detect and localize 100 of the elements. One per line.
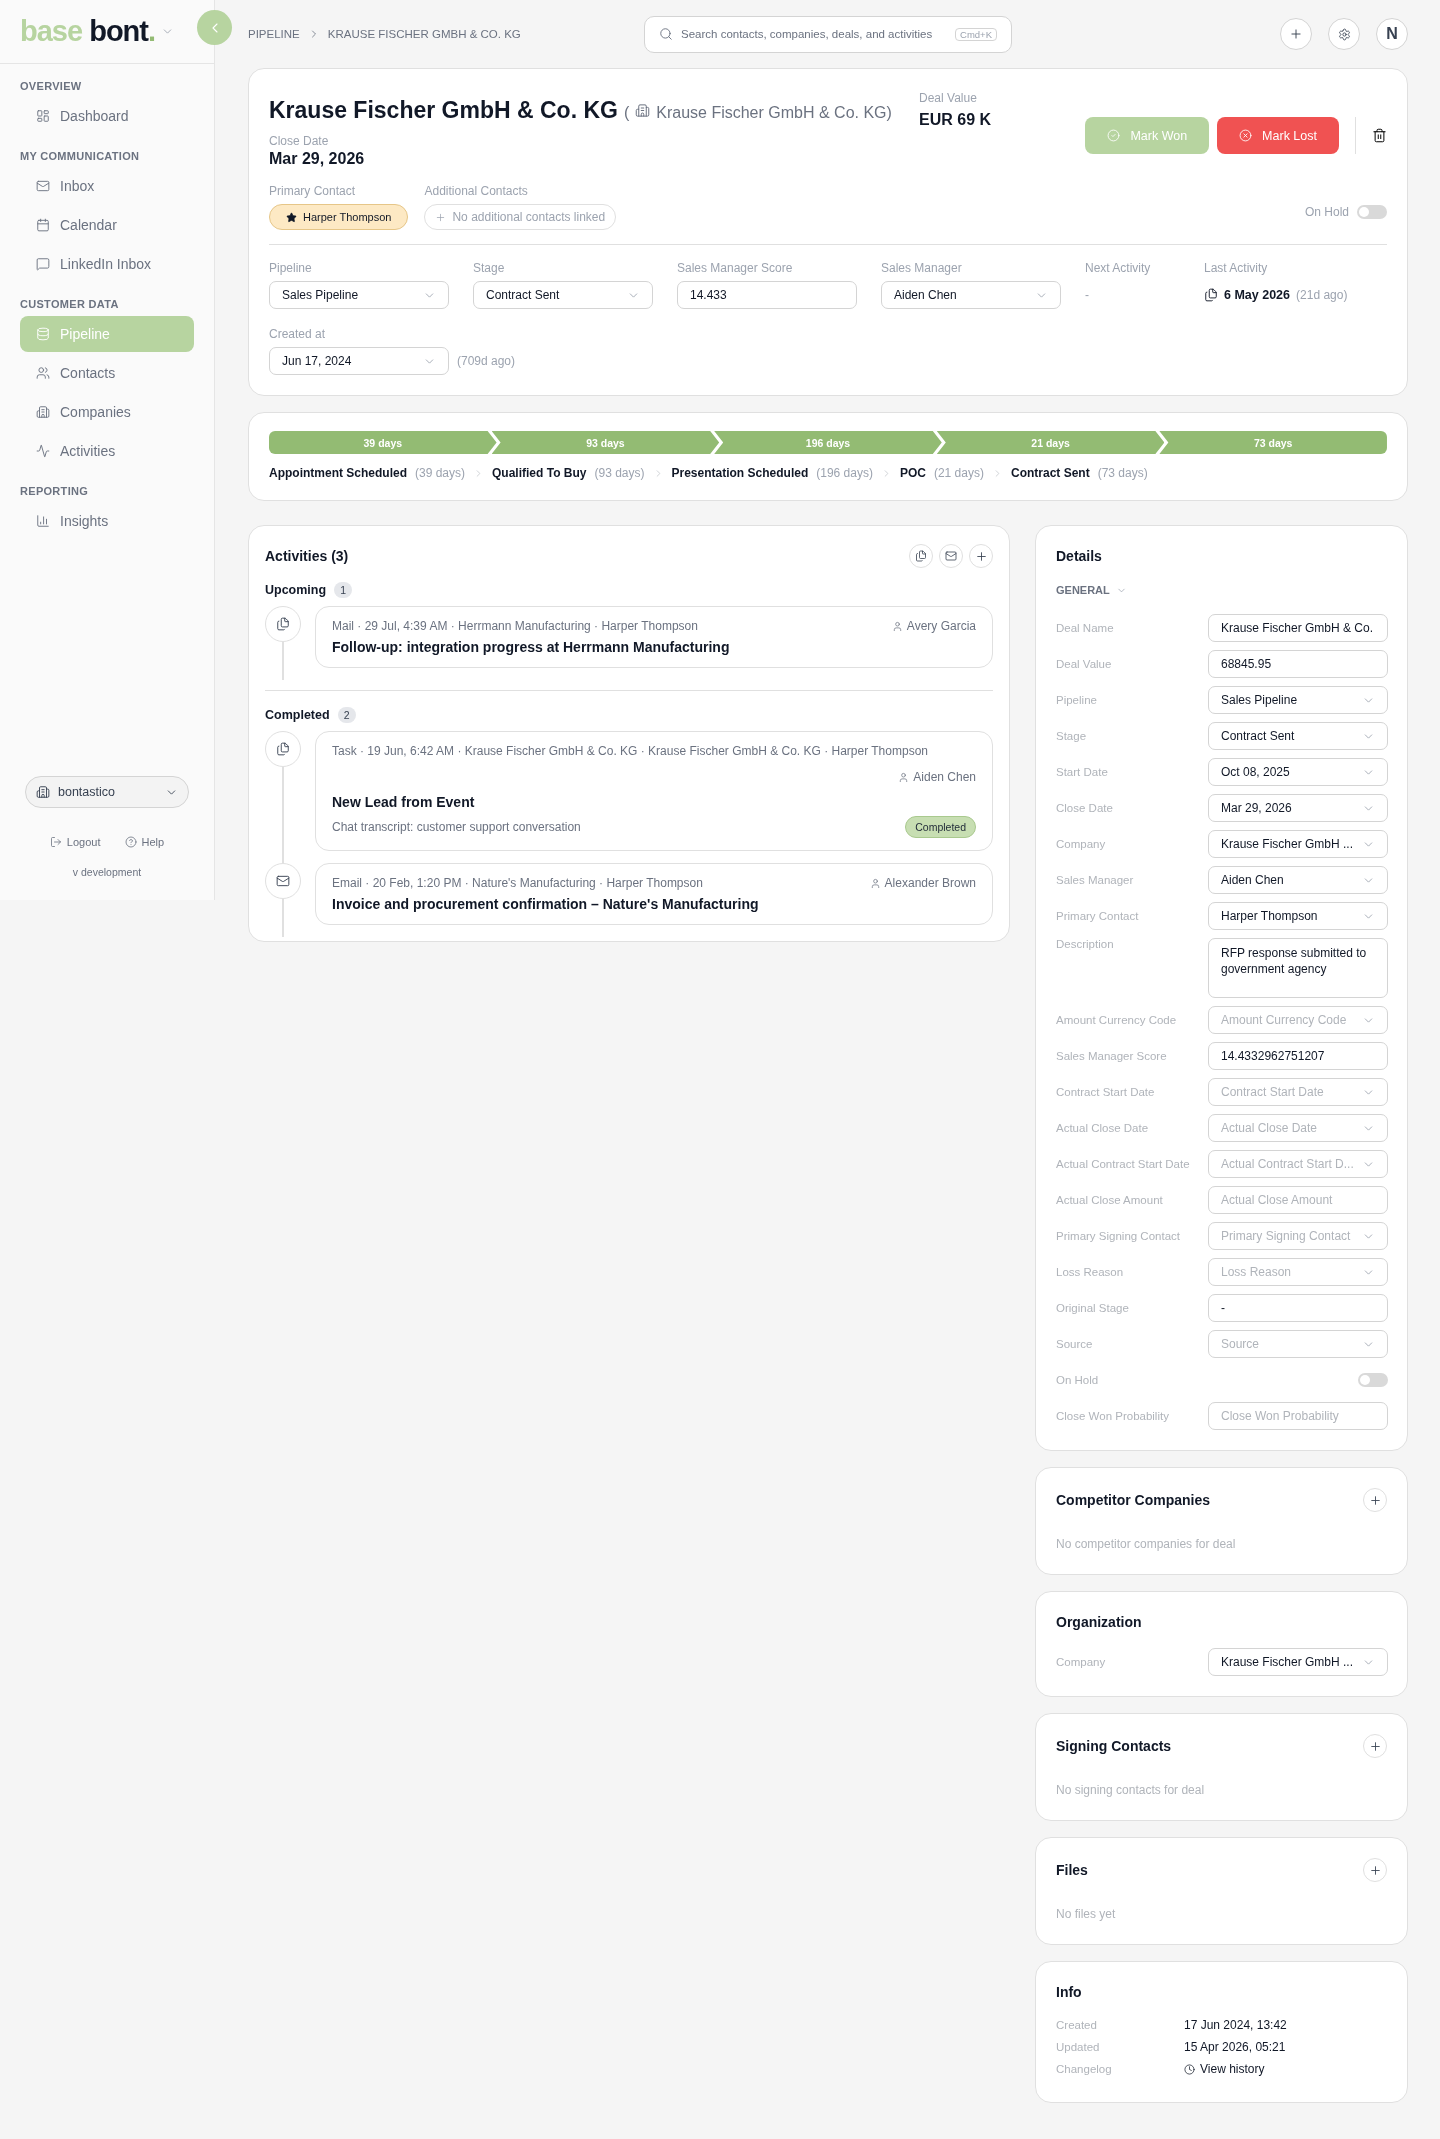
field-label: Amount Currency Code [1056, 1014, 1178, 1026]
field-label: Sales Manager Score [1056, 1050, 1168, 1062]
x-circle-icon [1239, 129, 1253, 142]
logout-link[interactable]: Logout [49, 836, 101, 848]
mark-lost-button[interactable]: Mark Lost [1217, 117, 1339, 154]
add-email-button[interactable] [939, 544, 963, 568]
date-select[interactable]: Jun 17, 2024 [269, 347, 449, 375]
files-icon [1204, 288, 1218, 302]
activity-owner: Alexander Brown [884, 876, 976, 890]
nav-item[interactable]: LinkedIn Inbox [20, 246, 194, 282]
activity-card[interactable]: Mail · 29 Jul, 4:39 AM · Herrmann Manufacturing · Harper Thompson Avery Garcia Follow-up: integration progress at Herrmann Manufacturing [315, 606, 993, 668]
field-label: Close Date [269, 134, 330, 148]
add-button[interactable] [969, 544, 993, 568]
section-title: CUSTOMER DATA [19, 298, 120, 310]
help-link[interactable]: Help [124, 836, 165, 848]
nav-item[interactable]: Dashboard [20, 98, 194, 134]
input-field[interactable]: 68845.95 [1208, 650, 1388, 678]
avatar[interactable]: N [1376, 18, 1408, 50]
breadcrumb[interactable]: KRAUSE FISCHER GMBH & CO. KG [327, 28, 521, 40]
field-label: Actual Close Date [1056, 1122, 1150, 1134]
input-field[interactable]: 14.433 [677, 281, 857, 309]
nav-item[interactable]: Contacts [20, 355, 194, 391]
star-icon [286, 211, 297, 223]
trash-icon [1372, 128, 1387, 143]
field-label: Company [1056, 838, 1107, 850]
card-title: Signing Contacts [1056, 1738, 1172, 1754]
nav-item[interactable]: Calendar [20, 207, 194, 243]
stage-segment: 21 days [936, 431, 1165, 454]
activity-title: New Lead from Event [332, 794, 476, 810]
search-field[interactable]: Search contacts, companies, deals, and activities Cmd+K [644, 15, 1012, 53]
field-label: Next Activity [1085, 261, 1152, 275]
field-label: Sales Manager [881, 261, 963, 275]
field-value: - [1085, 288, 1089, 302]
add-button[interactable] [1363, 1488, 1387, 1512]
view-history-link[interactable]: View history [1184, 2062, 1387, 2076]
stage-segment: 196 days [714, 431, 942, 454]
activity-owner: Aiden Chen [913, 770, 976, 784]
stage-name: POC [899, 466, 926, 480]
stage-duration: (21 days) [933, 466, 984, 480]
select-field[interactable]: Contract Sent [1208, 722, 1388, 750]
add-task-button[interactable] [909, 544, 933, 568]
select-field[interactable]: Sales Pipeline [269, 281, 449, 309]
activity-card[interactable]: Task · 19 Jun, 6:42 AM · Krause Fischer GmbH & Co. KG · Krause Fischer GmbH & Co. KG · Harper Thompson Aiden Chen New Lead from Event Chat transcript: customer support conversation Completed [315, 731, 993, 851]
select-field[interactable]: Aiden Chen [1208, 866, 1388, 894]
search-icon [659, 27, 673, 41]
nav-item[interactable]: Inbox [20, 168, 194, 204]
people-icon [36, 366, 50, 380]
field-label: Actual Contract Start Date [1056, 1158, 1191, 1170]
mail-icon [36, 179, 50, 193]
stage-duration: (73 days) [1097, 466, 1148, 480]
company-name: Krause Fischer GmbH & Co. KG [656, 104, 887, 122]
nav-item[interactable]: Insights [20, 503, 194, 539]
breadcrumb[interactable]: PIPELINE [248, 28, 300, 40]
input-field[interactable]: - [1208, 1294, 1388, 1322]
user-icon [898, 771, 910, 783]
field-label: Created at [269, 327, 327, 341]
add-button[interactable] [1363, 1734, 1387, 1758]
input-field[interactable]: 14.4332962751207 [1208, 1042, 1388, 1070]
activity-meta: Task · 19 Jun, 6:42 AM · Krause Fischer GmbH & Co. KG · Krause Fischer GmbH & Co. KG · Harper Thompson [332, 744, 928, 758]
card-title: Info [1056, 1984, 1083, 2000]
toggle[interactable] [1358, 1373, 1388, 1387]
contact-chip[interactable]: Harper Thompson [269, 204, 409, 230]
activity-title: Follow-up: integration progress at Herrmann Manufacturing [332, 639, 731, 655]
textarea-field[interactable]: RFP response submitted to government agency [1208, 938, 1388, 998]
stage-name: Presentation Scheduled [671, 466, 809, 480]
select-field[interactable]: Sales Pipeline [1208, 686, 1388, 714]
activity-owner: Avery Garcia [906, 619, 976, 633]
select-field[interactable]: Aiden Chen [881, 281, 1061, 309]
field-label: Actual Close Amount [1056, 1194, 1164, 1206]
time-ago: (21d ago) [1296, 288, 1348, 302]
toggle[interactable] [1357, 205, 1387, 219]
activity-card[interactable]: Email · 20 Feb, 1:20 PM · Nature's Manufacturing · Harper Thompson Alexander Brown Invoice and procurement confirmation – Nature's Manufacturing [315, 863, 993, 925]
count-badge: 1 [334, 582, 353, 598]
workspace-select[interactable]: bontastico [25, 776, 189, 808]
select-field[interactable]: Krause Fischer GmbH ... [1208, 830, 1388, 858]
database-icon [36, 327, 50, 341]
building-icon [635, 103, 651, 118]
clock-icon [1184, 2063, 1195, 2075]
field-label: Deal Value [1056, 658, 1113, 670]
select-field[interactable]: Harper Thompson [1208, 902, 1388, 930]
input-field[interactable]: Krause Fischer GmbH & Co. [1208, 614, 1388, 642]
field-label: Stage [1056, 730, 1088, 742]
nav-item[interactable]: Activities [20, 433, 194, 469]
empty-message: No competitor companies for deal [1056, 1537, 1236, 1551]
section-toggle[interactable]: GENERAL [1056, 584, 1110, 596]
field-label: Start Date [1056, 766, 1109, 778]
select-field[interactable]: Contract Sent [473, 281, 653, 309]
select-field[interactable]: Oct 08, 2025 [1208, 758, 1388, 786]
select-field[interactable]: Mar 29, 2026 [1208, 794, 1388, 822]
plus-icon [1289, 27, 1303, 41]
stage-name: Qualified To Buy [492, 466, 587, 480]
add-button[interactable] [1363, 1858, 1387, 1882]
select-field[interactable]: Krause Fischer GmbH ... [1208, 1648, 1388, 1676]
nav-item[interactable]: Companies [20, 394, 194, 430]
dashboard-icon [36, 109, 50, 123]
delete-button[interactable] [1372, 128, 1387, 143]
count-badge: 2 [337, 707, 356, 723]
field-label: Stage [473, 261, 506, 275]
settings-button[interactable] [1328, 18, 1360, 50]
close-date: Mar 29, 2026 [269, 150, 365, 167]
